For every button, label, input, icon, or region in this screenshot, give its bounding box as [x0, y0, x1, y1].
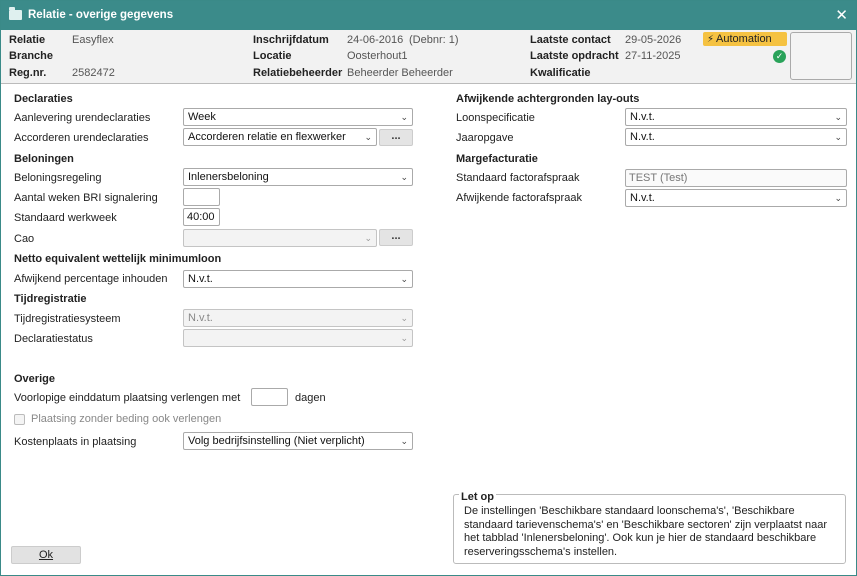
debnr-value: (Debnr: 1) [409, 34, 459, 46]
chevron-down-icon: ⌄ [400, 333, 408, 343]
zonder-beding-label: Plaatsing zonder beding ook verlengen [31, 413, 222, 425]
afwijkend-value: N.v.t. [188, 273, 213, 285]
inschrijf-value: 24-06-2016 [347, 34, 404, 46]
relatie-label: Relatie [9, 34, 46, 46]
section-margefacturatie: Margefacturatie [456, 153, 538, 165]
jaaropgave-value: N.v.t. [630, 131, 655, 143]
chevron-down-icon: ⌄ [834, 112, 842, 122]
dagen-label: dagen [295, 392, 326, 404]
chevron-down-icon: ⌄ [364, 132, 372, 142]
relation-header: Relatie Easyflex Branche Reg.nr. 2582472… [1, 30, 856, 84]
relation-photo[interactable] [790, 32, 852, 80]
folder-icon [9, 7, 22, 20]
beloningsregeling-select[interactable]: Inlenersbeloning ⌄ [183, 168, 413, 186]
chevron-down-icon: ⌄ [834, 132, 842, 142]
section-beloningen: Beloningen [14, 153, 74, 165]
chevron-down-icon: ⌄ [400, 274, 408, 284]
afwfact-value: N.v.t. [630, 192, 655, 204]
aanlevering-label: Aanlevering urendeclaraties [14, 112, 151, 124]
aanlevering-value: Week [188, 111, 216, 123]
chevron-down-icon: ⌄ [834, 193, 842, 203]
opdracht-value: 27-11-2025 [625, 50, 681, 62]
regnr-value: 2582472 [72, 67, 115, 79]
cao-label: Cao [14, 233, 35, 245]
relatie-value: Easyflex [72, 34, 114, 46]
afwijkend-select[interactable]: N.v.t. ⌄ [183, 270, 413, 288]
afwfact-select[interactable]: N.v.t. ⌄ [625, 189, 847, 207]
locatie-label: Locatie [253, 50, 292, 62]
declstatus-select[interactable]: ⌄ [183, 329, 413, 347]
opdracht-label: Laatste opdracht [530, 50, 619, 62]
contact-label: Laatste contact [530, 34, 611, 46]
branche-label: Branche [9, 50, 54, 62]
loonspec-value: N.v.t. [630, 111, 655, 123]
section-declaraties: Declaraties [14, 93, 73, 105]
section-overige: Overige [14, 373, 55, 385]
werkweek-input[interactable]: 40:00 [183, 208, 220, 226]
chevron-down-icon: ⌄ [400, 112, 408, 122]
jaaropgave-select[interactable]: N.v.t. ⌄ [625, 128, 847, 146]
accorderen-label: Accorderen urendeclaraties [14, 132, 149, 144]
beloningsregeling-label: Beloningsregeling [14, 172, 102, 184]
loonspec-select[interactable]: N.v.t. ⌄ [625, 108, 847, 126]
kwalificatie-label: Kwalificatie [530, 67, 591, 79]
zonder-beding-checkbox[interactable] [14, 414, 25, 425]
window-title: Relatie - overige gegevens [28, 9, 174, 21]
chevron-down-icon: ⌄ [364, 233, 372, 243]
dialog-window: Relatie - overige gegevens ✕ Relatie Eas… [0, 0, 857, 576]
jaaropgave-label: Jaaropgave [456, 132, 514, 144]
automation-badge: ⚡ Automation [703, 32, 787, 46]
title-bar: Relatie - overige gegevens ✕ [1, 1, 856, 30]
factuur-input[interactable]: TEST (Test) [625, 169, 847, 187]
voorlopige-label: Voorlopige einddatum plaatsing verlengen… [14, 392, 241, 404]
note-body: De instellingen 'Beschikbare standaard l… [464, 505, 828, 558]
accorderen-value: Accorderen relatie en flexwerker [188, 131, 346, 143]
afwfact-label: Afwijkende factorafspraak [456, 192, 582, 204]
voorlopige-input[interactable] [251, 388, 288, 406]
check-icon: ✓ [773, 50, 786, 63]
inschrijf-label: Inschrijfdatum [253, 34, 329, 46]
cao-more-button[interactable]: ... [379, 229, 413, 246]
section-tijdregistratie: Tijdregistratie [14, 293, 87, 305]
afwijkend-label: Afwijkend percentage inhouden [14, 273, 168, 285]
werkweek-label: Standaard werkweek [14, 212, 117, 224]
bolt-icon: ⚡ [707, 34, 715, 45]
cao-select[interactable]: ⌄ [183, 229, 377, 247]
factuur-label: Standaard factorafspraak [456, 172, 580, 184]
beloningsregeling-value: Inlenersbeloning [188, 171, 269, 183]
bri-label: Aantal weken BRI signalering [14, 192, 158, 204]
kostenplaats-select[interactable]: Volg bedrijfsinstelling (Niet verplicht)… [183, 432, 413, 450]
tijdsysteem-select[interactable]: N.v.t. ⌄ [183, 309, 413, 327]
chevron-down-icon: ⌄ [400, 436, 408, 446]
bri-input[interactable] [183, 188, 220, 206]
kostenplaats-value: Volg bedrijfsinstelling (Niet verplicht) [188, 435, 365, 447]
beheerder-label: Relatiebeheerder [253, 67, 343, 79]
locatie-value: Oosterhout1 [347, 50, 408, 62]
chevron-down-icon: ⌄ [400, 313, 408, 323]
regnr-label: Reg.nr. [9, 67, 47, 79]
ok-button[interactable]: Ok [11, 546, 81, 564]
note-box: Let op De instellingen 'Beschikbare stan… [453, 491, 846, 564]
tijdsysteem-value: N.v.t. [188, 312, 213, 324]
aanlevering-select[interactable]: Week ⌄ [183, 108, 413, 126]
loonspec-label: Loonspecificatie [456, 112, 535, 124]
tijdsysteem-label: Tijdregistratiesysteem [14, 313, 121, 325]
beheerder-value: Beheerder Beheerder [347, 67, 453, 79]
close-icon[interactable]: ✕ [835, 6, 848, 24]
contact-value: 29-05-2026 [625, 34, 682, 46]
chevron-down-icon: ⌄ [400, 172, 408, 182]
note-title: Let op [459, 491, 496, 503]
accorderen-select[interactable]: Accorderen relatie en flexwerker ⌄ [183, 128, 377, 146]
declstatus-label: Declaratiestatus [14, 333, 93, 345]
section-achtergronden: Afwijkende achtergronden lay-outs [456, 93, 640, 105]
section-netto: Netto equivalent wettelijk minimumloon [14, 253, 222, 265]
automation-badge-label: Automation [716, 33, 772, 45]
accorderen-more-button[interactable]: ... [379, 129, 413, 146]
kostenplaats-label: Kostenplaats in plaatsing [14, 436, 137, 448]
